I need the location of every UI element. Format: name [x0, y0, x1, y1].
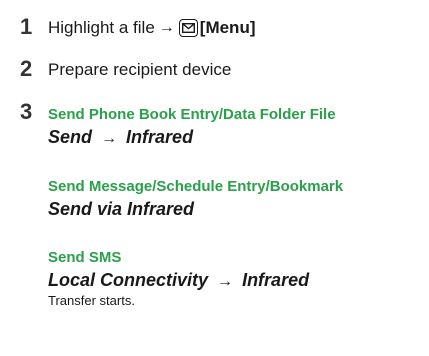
arrow-icon: → — [217, 273, 234, 290]
arrow-icon: → — [101, 130, 118, 147]
step-1-text: Highlight a file — [48, 18, 155, 37]
step-number: 2 — [20, 56, 33, 81]
option-action: Local Connectivity → Infrared — [48, 268, 309, 294]
option-action: Send via Infrared — [48, 199, 195, 219]
result-text: Transfer starts. — [48, 293, 135, 308]
action-local-connectivity: Local Connectivity — [48, 270, 209, 290]
step-text: Highlight a file → [Menu] — [48, 14, 256, 42]
action-infrared: Infrared — [242, 270, 310, 290]
step-number: 3 — [20, 99, 33, 124]
menu-key-label: [Menu] — [199, 18, 256, 37]
step-2-text: Prepare recipient device — [48, 60, 232, 79]
option-heading: Send Phone Book Entry/Data Folder File — [48, 106, 336, 123]
action-send: Send — [48, 127, 93, 147]
arrow-icon: → — [158, 19, 175, 36]
option-action: Send → Infrared — [48, 125, 193, 151]
option-heading: Send Message/Schedule Entry/Bookmark — [48, 178, 344, 195]
action-infrared: Infrared — [126, 127, 194, 147]
envelope-icon — [178, 19, 198, 37]
option-heading: Send SMS — [48, 249, 122, 266]
step-number: 1 — [20, 14, 33, 39]
